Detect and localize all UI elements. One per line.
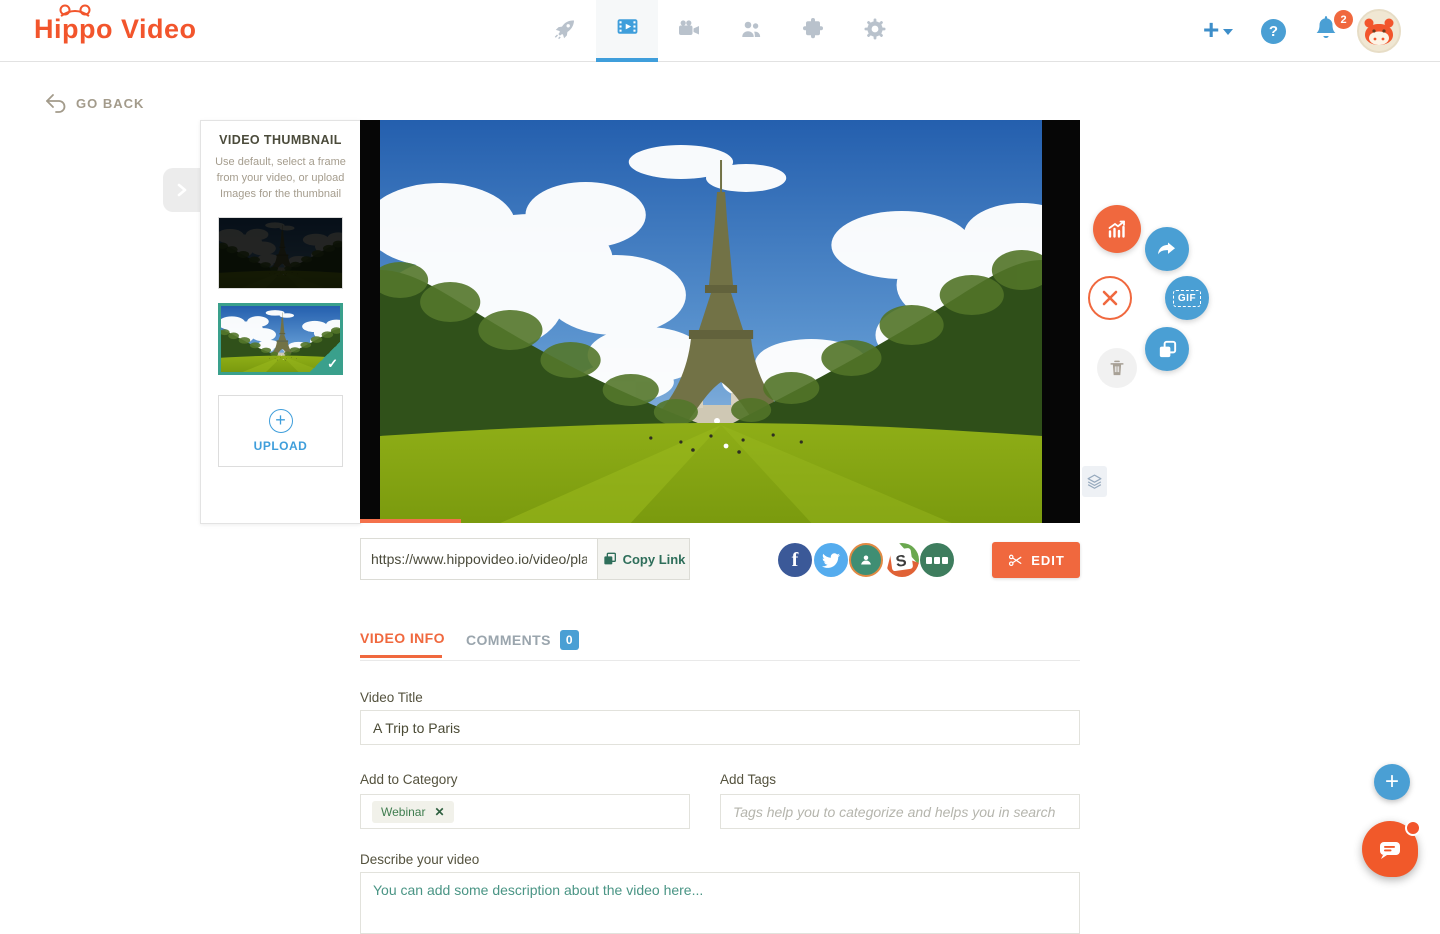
floating-add-button[interactable]: + [1374, 764, 1410, 800]
thumbnail-option-selected[interactable]: ✓ [218, 303, 343, 375]
user-avatar[interactable] [1357, 9, 1401, 53]
thumbnail-option-default[interactable] [218, 217, 343, 289]
description-label: Describe your video [360, 852, 479, 867]
layers-button[interactable] [1082, 466, 1107, 497]
tabs-divider [360, 660, 1080, 661]
chat-bubble-icon [1377, 836, 1403, 862]
copy-link-button[interactable]: Copy Link [597, 538, 690, 580]
chevron-down-icon [1223, 29, 1233, 35]
nav-tab-integrations[interactable] [782, 0, 844, 62]
dark-frame-overlay [219, 218, 342, 288]
share-arrow-icon [1155, 237, 1179, 261]
twitter-icon [822, 551, 840, 569]
s-logo-share-button[interactable]: S [885, 543, 919, 577]
layers-icon [1086, 473, 1103, 490]
thumbnail-panel-title: VIDEO THUMBNAIL [201, 133, 360, 147]
settings-icon [863, 17, 887, 46]
more-share-button[interactable] [920, 543, 954, 577]
nav-tab-video-library[interactable] [596, 0, 658, 62]
contacts-icon [739, 17, 763, 46]
brand-logo[interactable]: Hippo Video [34, 16, 197, 43]
chat-notification-dot [1405, 820, 1421, 836]
video-title-label: Video Title [360, 690, 423, 705]
duplicate-icon [1156, 338, 1179, 361]
trash-button[interactable] [1097, 348, 1137, 388]
copy-icon [602, 551, 618, 567]
remove-category-icon[interactable]: ✕ [434, 805, 444, 819]
back-arrow-icon [44, 93, 68, 113]
selected-check-corner: ✓ [310, 342, 340, 372]
video-player[interactable] [360, 120, 1080, 523]
record-camera-icon [677, 17, 701, 46]
playback-progress-bar[interactable] [360, 519, 461, 523]
notification-count-badge: 2 [1334, 10, 1353, 29]
upload-label: UPLOAD [254, 439, 308, 453]
tags-input[interactable] [720, 794, 1080, 829]
analytics-button[interactable] [1093, 205, 1141, 253]
trash-icon [1107, 358, 1127, 378]
video-url-input[interactable] [360, 538, 598, 580]
category-label: Add to Category [360, 772, 458, 787]
comments-count-badge: 0 [560, 630, 579, 650]
copy-link-label: Copy Link [623, 552, 686, 567]
scissors-icon [1007, 552, 1024, 569]
question-icon: ? [1269, 23, 1278, 40]
social-share-row: f S [778, 543, 954, 577]
go-back-label: GO BACK [76, 96, 144, 111]
rocket-icon [553, 17, 577, 46]
share-button[interactable] [1145, 227, 1189, 271]
main-nav [534, 0, 906, 62]
video-thumbnail-panel: VIDEO THUMBNAIL Use default, select a fr… [200, 120, 361, 524]
hippo-avatar-icon [1359, 11, 1399, 51]
tab-video-info[interactable]: VIDEO INFO [360, 630, 445, 646]
edit-label: EDIT [1031, 553, 1065, 568]
twitter-share-button[interactable] [814, 543, 848, 577]
integrations-icon [801, 17, 825, 46]
check-icon: ✓ [327, 356, 338, 372]
edit-video-button[interactable]: EDIT [992, 542, 1080, 578]
plus-icon: + [1203, 15, 1219, 45]
facebook-share-button[interactable]: f [778, 543, 812, 577]
facebook-icon: f [792, 549, 799, 572]
category-input[interactable]: Webinar ✕ [360, 794, 690, 829]
chevron-right-icon [175, 183, 189, 197]
google-classroom-share-button[interactable] [849, 543, 883, 577]
notifications-button[interactable]: 2 [1313, 15, 1347, 49]
top-navbar: Hippo Video [0, 0, 1440, 62]
analytics-icon [1105, 217, 1129, 241]
category-chip-label: Webinar [381, 805, 425, 819]
create-gif-button[interactable]: GIF [1165, 276, 1209, 320]
nav-tab-record[interactable] [658, 0, 720, 62]
nav-tab-launch[interactable] [534, 0, 596, 62]
add-new-button[interactable]: + [1203, 15, 1233, 45]
active-tab-underline [360, 655, 442, 658]
description-textarea[interactable]: You can add some description about the v… [360, 872, 1080, 934]
tab-comments[interactable]: COMMENTS 0 [466, 630, 579, 650]
comments-tab-label: COMMENTS [466, 632, 551, 648]
nav-tab-contacts[interactable] [720, 0, 782, 62]
upload-plus-icon: + [269, 409, 293, 433]
gif-icon: GIF [1173, 290, 1201, 307]
more-share-icon [926, 557, 932, 564]
thumbnail-panel-description: Use default, select a frame from your vi… [210, 155, 351, 203]
help-button[interactable]: ? [1261, 19, 1286, 44]
tags-label: Add Tags [720, 772, 776, 787]
video-title-input[interactable] [360, 710, 1080, 745]
go-back-button[interactable]: GO BACK [44, 93, 144, 113]
video-frame-eiffel-tower [380, 120, 1042, 523]
close-icon [1101, 289, 1119, 307]
category-chip: Webinar ✕ [372, 801, 454, 823]
upload-thumbnail-button[interactable]: + UPLOAD [218, 395, 343, 467]
video-library-icon [615, 14, 640, 44]
delete-close-button[interactable] [1088, 276, 1132, 320]
collapse-panel-button[interactable] [163, 168, 201, 212]
google-classroom-icon [857, 551, 875, 569]
s-logo-icon: S [885, 543, 919, 577]
plus-icon: + [1385, 768, 1399, 796]
nav-tab-settings[interactable] [844, 0, 906, 62]
duplicate-button[interactable] [1145, 327, 1189, 371]
